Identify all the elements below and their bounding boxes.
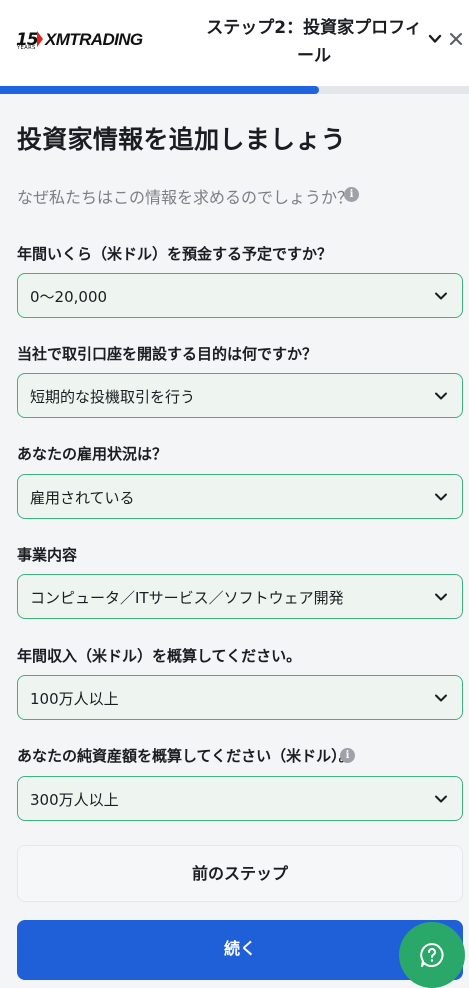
purpose-question-label: 当社で取引口座を開設する目的は何ですか？ xyxy=(17,345,318,363)
step-title: ステップ2：投資家プロフィール xyxy=(206,18,422,66)
select-value: 100万人以上 xyxy=(30,690,119,708)
chevron-down-icon xyxy=(435,493,447,501)
annual-income-select[interactable]: 100万人以上 xyxy=(17,675,463,720)
progress-bar xyxy=(0,86,469,94)
net-worth-question-label: あなたの純資産額を概算してください（米ドル）。 xyxy=(17,747,354,765)
select-value: 300万人以上 xyxy=(30,791,119,809)
header: 15 YEARS XMTRADING ステップ2：投資家プロフィール xyxy=(0,0,469,86)
page-title: 投資家情報を追加しましょう xyxy=(17,125,346,154)
logo-years: YEARS xyxy=(17,45,36,51)
employment-status-select[interactable]: 雇用されている xyxy=(17,474,463,519)
chevron-down-icon xyxy=(435,795,447,803)
why-info-link[interactable]: なぜ私たちはこの情報を求めるのでしょうか？ xyxy=(17,184,353,208)
business-type-select[interactable]: コンピュータ／ITサービス／ソフトウェア開発 xyxy=(17,574,463,619)
xm-logo[interactable]: 15 YEARS XMTRADING xyxy=(16,28,176,54)
continue-button[interactable]: 続く xyxy=(17,920,463,980)
chevron-down-icon xyxy=(435,593,447,601)
chat-help-button[interactable] xyxy=(399,922,465,988)
net-worth-select[interactable]: 300万人以上 xyxy=(17,776,463,821)
business-question-label: 事業内容 xyxy=(17,546,78,564)
select-value: 0〜20,000 xyxy=(30,288,108,306)
progress-fill xyxy=(0,86,319,94)
previous-step-button[interactable]: 前のステップ xyxy=(17,845,463,902)
info-icon[interactable]: i xyxy=(340,748,355,763)
chevron-down-icon xyxy=(435,694,447,702)
info-icon[interactable]: i xyxy=(344,187,359,202)
employment-question-label: あなたの雇用状況は？ xyxy=(17,445,168,463)
chevron-down-icon xyxy=(435,292,447,300)
chat-question-icon xyxy=(420,943,444,967)
logo-text: XMTRADING xyxy=(45,30,143,49)
close-icon[interactable] xyxy=(447,30,465,48)
income-question-label: 年間収入（米ドル）を概算してください。 xyxy=(17,647,302,665)
select-value: コンピュータ／ITサービス／ソフトウェア開発 xyxy=(30,589,344,607)
deposit-question-label: 年間いくら（米ドル）を預金する予定ですか？ xyxy=(17,245,333,263)
select-value: 短期的な投機取引を行う xyxy=(30,388,196,406)
logo-mark-icon xyxy=(37,31,43,47)
chevron-down-icon[interactable] xyxy=(426,30,444,48)
select-value: 雇用されている xyxy=(30,489,135,507)
chevron-down-icon xyxy=(435,392,447,400)
account-purpose-select[interactable]: 短期的な投機取引を行う xyxy=(17,373,463,418)
deposit-amount-select[interactable]: 0〜20,000 xyxy=(17,273,463,318)
